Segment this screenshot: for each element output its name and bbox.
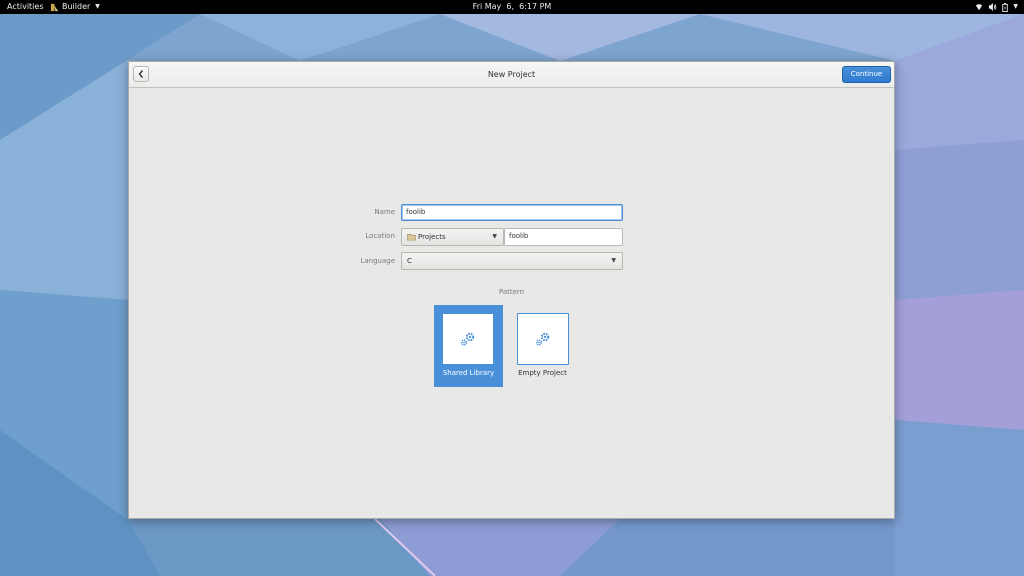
- app-menu[interactable]: Builder ▼: [50, 0, 100, 14]
- app-menu-label: Builder: [62, 2, 91, 11]
- dropdown-arrow-icon: ▼: [611, 257, 616, 264]
- template-label: Shared Library: [442, 369, 495, 377]
- gears-icon: [535, 332, 550, 346]
- continue-button[interactable]: Continue: [842, 66, 891, 83]
- window-title: New Project: [487, 70, 536, 79]
- system-menu-caret-icon: ▼: [1013, 3, 1018, 10]
- template-label: Empty Project: [518, 369, 567, 377]
- status-area[interactable]: ▼: [975, 0, 1018, 14]
- template-icon-box: [517, 313, 569, 365]
- name-label: Name: [374, 208, 395, 216]
- location-folder-combo[interactable]: Projects ▼: [401, 228, 504, 246]
- template-empty-project[interactable]: Empty Project: [509, 305, 576, 387]
- dropdown-arrow-icon: ▼: [492, 233, 497, 240]
- builder-app-icon: [50, 3, 59, 11]
- top-bar: Activities Builder ▼ Fri May 6, 6:17 PM …: [0, 0, 1024, 14]
- folder-icon: [407, 234, 416, 241]
- location-folder-label: Projects: [418, 233, 446, 241]
- language-combo[interactable]: C ▼: [401, 252, 623, 270]
- clock[interactable]: Fri May 6, 6:17 PM: [412, 0, 612, 14]
- gears-icon: [460, 332, 475, 346]
- battery-icon: [1002, 2, 1009, 12]
- location-path-field[interactable]: foolib: [504, 228, 623, 246]
- language-label: Language: [360, 257, 395, 265]
- activities-button[interactable]: Activities: [7, 0, 44, 14]
- app-menu-caret-icon: ▼: [95, 3, 100, 10]
- header-bar: New Project Continue: [129, 62, 894, 88]
- language-value: C: [407, 257, 412, 265]
- volume-icon: [988, 3, 997, 11]
- name-field[interactable]: foolib: [401, 204, 623, 221]
- template-icon-box: [442, 313, 494, 365]
- network-icon: [975, 3, 983, 11]
- template-shared-library[interactable]: Shared Library: [434, 305, 503, 387]
- pattern-label: Pattern: [498, 288, 525, 296]
- new-project-window: New Project Continue Name foolib Locatio…: [128, 61, 895, 519]
- location-label: Location: [365, 232, 395, 240]
